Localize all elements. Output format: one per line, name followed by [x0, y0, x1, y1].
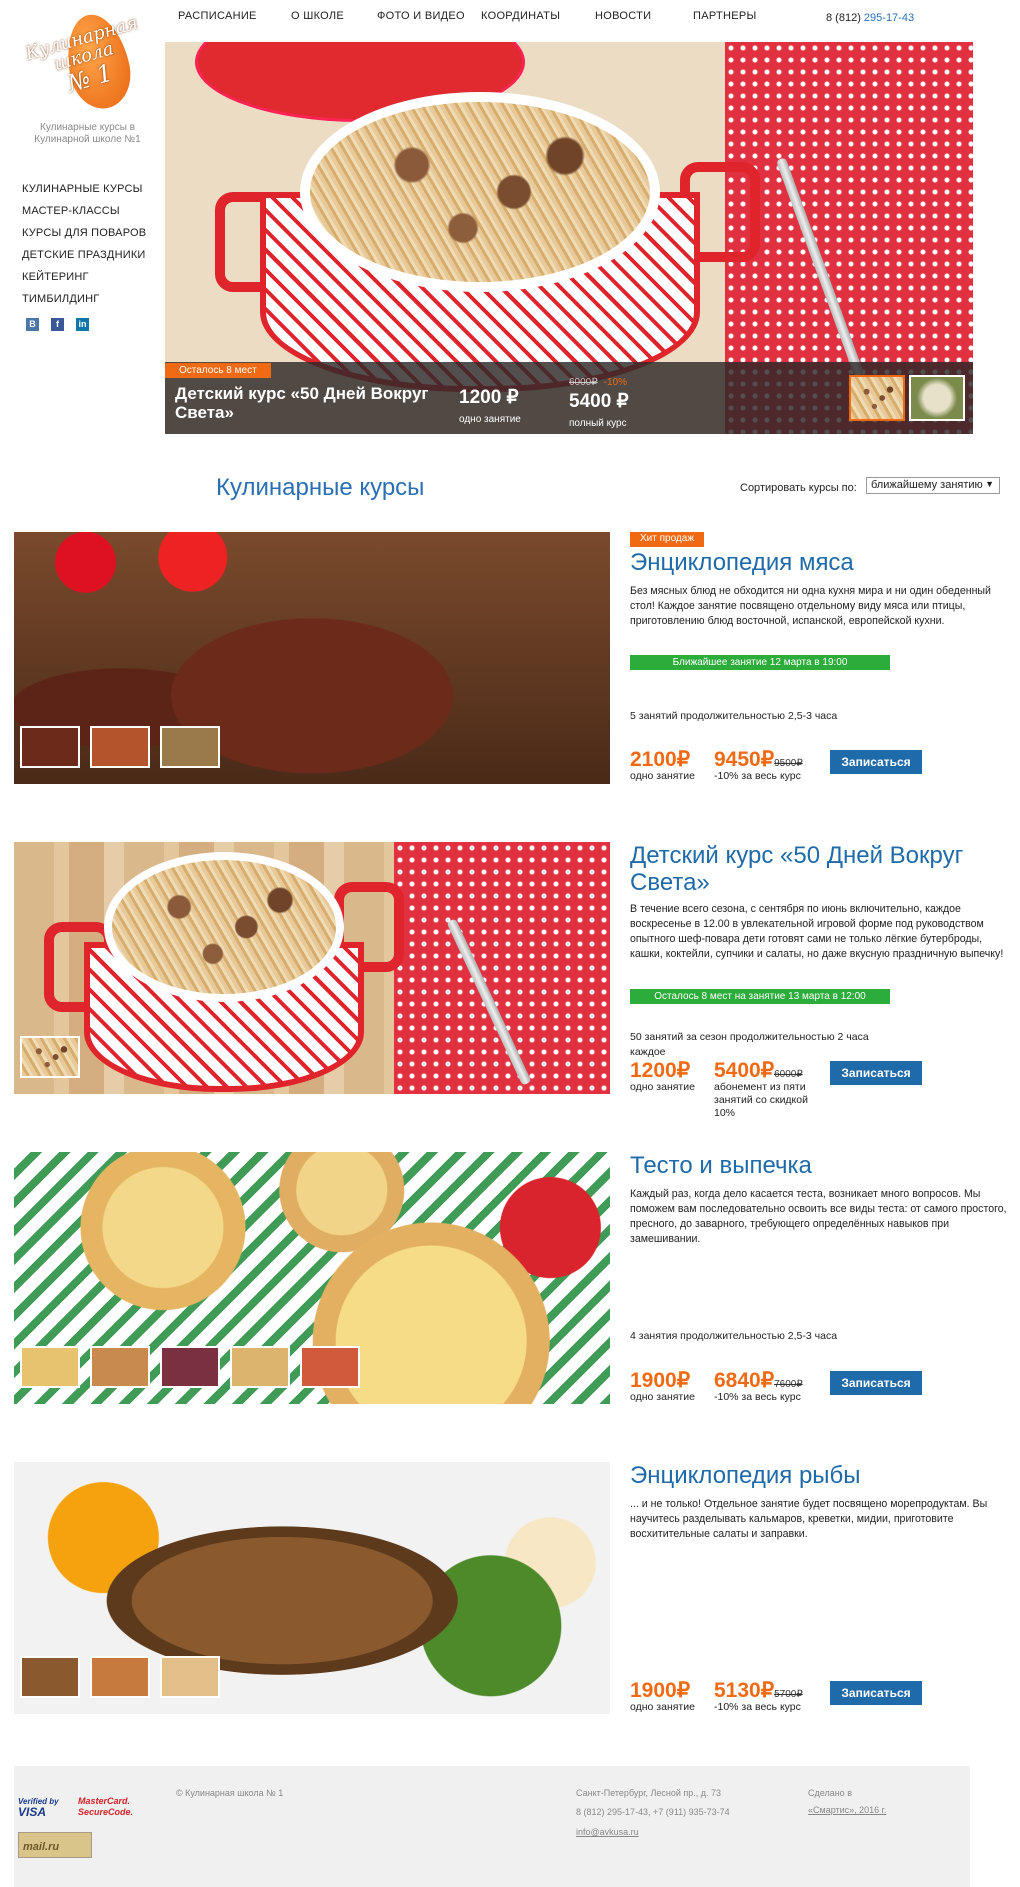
next-lesson-badge: Осталось 8 мест на занятие 13 марта в 12…: [630, 989, 890, 1004]
social-links: В f in: [26, 318, 89, 331]
course-info: Хит продаж Энциклопедия мяса Без мясных …: [630, 532, 1010, 784]
course-thumbs: [20, 1346, 360, 1388]
address: Санкт-Петербург, Лесной пр., д. 73: [576, 1788, 722, 1798]
logo[interactable]: Кулинарная школа № 1: [23, 8, 140, 118]
course-title[interactable]: Тесто и выпечка: [630, 1152, 1010, 1179]
course-duration: 5 занятий продолжительностью 2,5-3 часа: [630, 710, 838, 722]
hero-price-full: 6000₽ -10% 5400 ₽ полный курс: [569, 377, 629, 429]
food-image: [300, 92, 660, 292]
facebook-icon[interactable]: f: [51, 318, 64, 331]
nav-contacts[interactable]: КООРДИНАТЫ: [481, 10, 560, 22]
price-full-label: -10% за весь курс: [714, 1701, 801, 1713]
course-thumb[interactable]: [90, 726, 150, 768]
course-info: Энциклопедия рыбы ... и не только! Отдел…: [630, 1462, 1010, 1714]
dropdown-arrow-icon: ▼: [985, 479, 994, 489]
price-full-label: абонемент из пяти занятий со скидкой 10%: [714, 1081, 808, 1119]
hit-badge: Хит продаж: [630, 532, 705, 547]
course-thumb[interactable]: [160, 1346, 220, 1388]
price-single: 2100₽: [630, 748, 691, 771]
hero-badge: Осталось 8 мест: [165, 363, 271, 378]
hero-thumb-2[interactable]: [909, 375, 965, 421]
price-full-label: -10% за весь курс: [714, 770, 801, 782]
hero-title[interactable]: Детский курс «50 Дней Вокруг Света»: [175, 384, 435, 422]
course-title[interactable]: Энциклопедия рыбы: [630, 1462, 1010, 1489]
enroll-button[interactable]: Записаться: [830, 750, 922, 774]
side-menu-item-masterclasses[interactable]: МАСТЕР-КЛАССЫ: [22, 200, 146, 222]
side-menu-item-courses[interactable]: КУЛИНАРНЫЕ КУРСЫ: [22, 178, 146, 200]
price-single: 1200₽: [630, 1059, 691, 1082]
phone-number[interactable]: 8 (812) 295-17-43: [826, 12, 914, 24]
course-thumb[interactable]: [160, 726, 220, 768]
school-subtitle: Кулинарные курсы в Кулинарной школе №1: [34, 122, 141, 145]
enroll-button[interactable]: Записаться: [830, 1371, 922, 1395]
course-thumb[interactable]: [20, 1656, 80, 1698]
verified-by-visa-logo: Verified by VISA: [18, 1797, 59, 1819]
side-menu: КУЛИНАРНЫЕ КУРСЫ МАСТЕР-КЛАССЫ КУРСЫ ДЛЯ…: [22, 178, 146, 310]
nav-news[interactable]: НОВОСТИ: [595, 10, 651, 22]
hero-banner[interactable]: Осталось 8 мест Детский курс «50 Дней Во…: [165, 42, 973, 434]
footer-phones: 8 (812) 295-17-43, +7 (911) 935-73-74: [576, 1807, 730, 1817]
course-thumb[interactable]: [300, 1346, 360, 1388]
course-card: Тесто и выпечка Каждый раз, когда дело к…: [14, 1152, 1010, 1404]
section-title: Кулинарные курсы: [216, 474, 425, 501]
course-thumb[interactable]: [20, 1036, 80, 1078]
linkedin-icon[interactable]: in: [76, 318, 89, 331]
nav-schedule[interactable]: РАСПИСАНИЕ: [178, 10, 257, 22]
nav-photo-video[interactable]: ФОТО И ВИДЕО: [377, 10, 465, 22]
mastercard-securecode-logo: MasterCard. SecureCode.: [78, 1796, 134, 1817]
side-menu-item-teambuilding[interactable]: ТИМБИЛДИНГ: [22, 288, 146, 310]
next-lesson-badge: Ближайшее занятие 12 марта в 19:00: [630, 655, 890, 670]
course-thumb[interactable]: [90, 1656, 150, 1698]
price-full-label: -10% за весь курс: [714, 1391, 801, 1403]
hero-thumb-1[interactable]: [849, 375, 905, 421]
course-duration: 50 занятий за сезон продолжительностью 2…: [630, 1031, 869, 1058]
course-thumbs: [20, 1656, 220, 1698]
course-thumb[interactable]: [20, 726, 80, 768]
course-thumbs: [20, 1036, 80, 1078]
course-image[interactable]: [14, 1152, 610, 1404]
course-thumbs: [20, 726, 220, 768]
course-description: В течение всего сезона, с сентября по ию…: [630, 903, 1004, 960]
footer-email[interactable]: info@avkusa.ru: [576, 1823, 639, 1842]
course-description: Каждый раз, когда дело касается теста, в…: [630, 1188, 1007, 1245]
course-thumb[interactable]: [90, 1346, 150, 1388]
course-thumb[interactable]: [20, 1346, 80, 1388]
course-image[interactable]: [14, 842, 610, 1094]
course-thumb[interactable]: [160, 1656, 220, 1698]
course-card: Хит продаж Энциклопедия мяса Без мясных …: [14, 532, 1010, 784]
enroll-button[interactable]: Записаться: [830, 1681, 922, 1705]
course-card: Энциклопедия рыбы ... и не только! Отдел…: [14, 1462, 1010, 1714]
course-image[interactable]: [14, 532, 610, 784]
course-description: Без мясных блюд не обходится ни одна кух…: [630, 585, 991, 627]
hero-price-single: 1200 ₽ одно занятие: [459, 387, 521, 425]
price-single: 1900₽: [630, 1369, 691, 1392]
copyright: © Кулинарная школа № 1: [176, 1788, 284, 1798]
course-thumb[interactable]: [230, 1346, 290, 1388]
logo-text: Кулинарная школа № 1: [23, 12, 141, 99]
footer: Verified by VISA MasterCard. SecureCode. m…: [14, 1766, 970, 1887]
side-menu-item-chef-courses[interactable]: КУРСЫ ДЛЯ ПОВАРОВ: [22, 222, 146, 244]
mail-ru-counter[interactable]: mail.ru: [18, 1832, 92, 1858]
course-title[interactable]: Энциклопедия мяса: [630, 549, 1010, 576]
course-image[interactable]: [14, 1462, 610, 1714]
sort-select[interactable]: ближайшему занятию ▼: [866, 477, 1000, 494]
vk-icon[interactable]: В: [26, 318, 39, 331]
enroll-button[interactable]: Записаться: [830, 1061, 922, 1085]
sort-label: Сортировать курсы по:: [740, 482, 857, 494]
made-by-link[interactable]: «Смартис», 2016 г.: [808, 1801, 886, 1820]
price-single: 1900₽: [630, 1679, 691, 1702]
course-card: Детский курс «50 Дней Вокруг Света» В те…: [14, 842, 1010, 1119]
side-menu-item-catering[interactable]: КЕЙТЕРИНГ: [22, 266, 146, 288]
course-info: Детский курс «50 Дней Вокруг Света» В те…: [630, 842, 1010, 1119]
nav-partners[interactable]: ПАРТНЕРЫ: [693, 10, 757, 22]
course-title[interactable]: Детский курс «50 Дней Вокруг Света»: [630, 842, 1010, 896]
nav-about[interactable]: О ШКОЛЕ: [291, 10, 344, 22]
side-menu-item-kids-parties[interactable]: ДЕТСКИЕ ПРАЗДНИКИ: [22, 244, 146, 266]
course-description: ... и не только! Отдельное занятие будет…: [630, 1498, 988, 1540]
course-info: Тесто и выпечка Каждый раз, когда дело к…: [630, 1152, 1010, 1404]
course-duration: 4 занятия продолжительностью 2,5-3 часа: [630, 1330, 838, 1342]
